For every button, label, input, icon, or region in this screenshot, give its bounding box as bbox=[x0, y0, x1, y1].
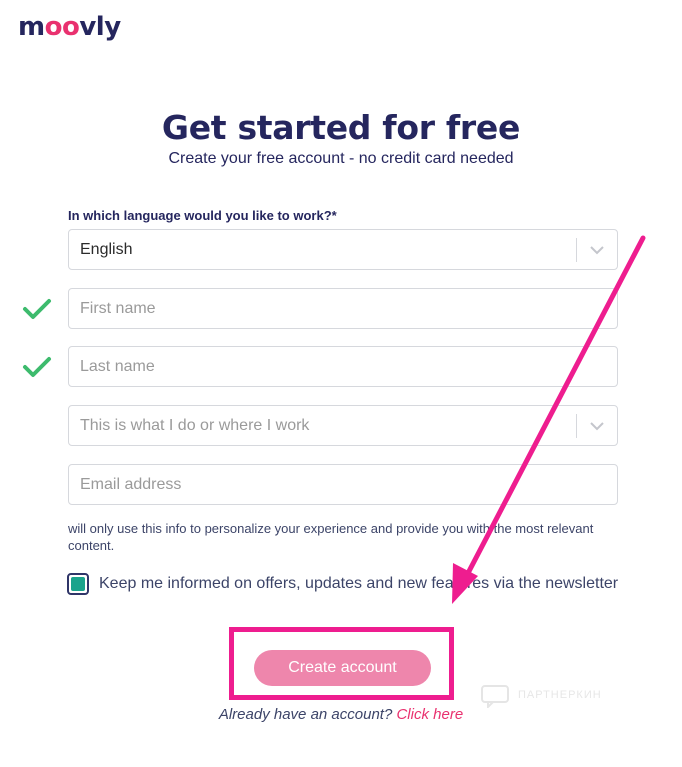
language-select[interactable]: English bbox=[68, 229, 618, 270]
work-select[interactable]: This is what I do or where I work bbox=[68, 405, 618, 446]
first-name-input[interactable]: First name bbox=[68, 288, 618, 329]
newsletter-checkbox[interactable] bbox=[67, 573, 89, 595]
chevron-down-icon[interactable] bbox=[585, 414, 609, 438]
select-separator bbox=[576, 238, 577, 262]
newsletter-label[interactable]: Keep me informed on offers, updates and … bbox=[99, 574, 619, 594]
logo-part: oo bbox=[44, 12, 80, 42]
page-title: Get started for free bbox=[161, 108, 521, 147]
check-icon bbox=[23, 299, 51, 319]
language-select-value: English bbox=[80, 241, 133, 258]
moovly-logo[interactable]: moovly bbox=[18, 12, 121, 42]
checkbox-checked-indicator bbox=[71, 577, 85, 591]
language-label: In which language would you like to work… bbox=[68, 208, 337, 223]
chevron-down-icon[interactable] bbox=[585, 238, 609, 262]
page-subtitle: Create your free account - no credit car… bbox=[168, 150, 514, 167]
work-select-placeholder: This is what I do or where I work bbox=[80, 417, 310, 434]
watermark-icon bbox=[481, 685, 509, 708]
logo-part: m bbox=[18, 12, 45, 42]
logo-part: vly bbox=[79, 12, 121, 42]
last-name-input[interactable]: Last name bbox=[68, 346, 618, 387]
login-prompt: Already have an account? Click here bbox=[0, 706, 682, 723]
email-placeholder: Email address bbox=[80, 476, 182, 493]
login-prompt-text: Already have an account? bbox=[218, 706, 393, 723]
watermark: ПАРТНЕРКИН bbox=[480, 684, 640, 708]
first-name-placeholder: First name bbox=[80, 300, 156, 317]
select-separator bbox=[576, 414, 577, 438]
check-icon bbox=[23, 357, 51, 377]
privacy-notice: will only use this info to personalize y… bbox=[68, 521, 594, 553]
last-name-placeholder: Last name bbox=[80, 358, 155, 375]
login-link[interactable]: Click here bbox=[396, 706, 463, 723]
email-input[interactable]: Email address bbox=[68, 464, 618, 505]
create-account-button[interactable]: Create account bbox=[254, 650, 431, 686]
watermark-text: ПАРТНЕРКИН bbox=[518, 689, 602, 701]
